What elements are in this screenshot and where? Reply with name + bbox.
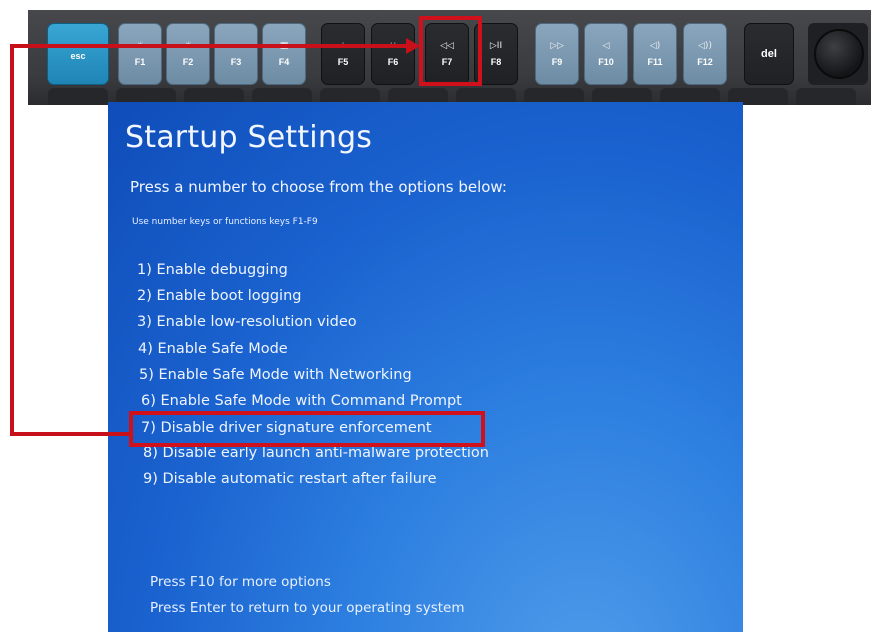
key-label: F4	[278, 56, 290, 67]
option-enable-boot-logging[interactable]: 2) Enable boot logging	[137, 288, 301, 304]
key-f4[interactable]: ▦ F4	[262, 23, 306, 85]
key-label: F1	[134, 56, 146, 67]
option-enable-debugging[interactable]: 1) Enable debugging	[137, 262, 288, 278]
instructions-text: Press a number to choose from the option…	[130, 178, 507, 196]
key-label: F10	[598, 56, 614, 67]
option-safe-mode-networking[interactable]: 5) Enable Safe Mode with Networking	[139, 367, 412, 383]
hint-text: Use number keys or functions keys F1-F9	[132, 217, 318, 227]
key-label: del	[761, 47, 777, 60]
play-pause-icon: ▷II	[489, 40, 503, 51]
arrow-right-icon	[406, 38, 420, 54]
option-7-highlight	[129, 411, 485, 447]
key-label: F11	[647, 56, 663, 67]
key-f9[interactable]: ▷▷ F9	[535, 23, 579, 85]
key-f1[interactable]: ☼ F1	[118, 23, 162, 85]
next-track-icon: ▷▷	[550, 40, 564, 51]
key-label: F5	[337, 56, 349, 67]
page-title: Startup Settings	[125, 120, 373, 155]
volume-up-icon: ◁))	[698, 40, 712, 51]
key-f6[interactable]: ⁙ F6	[371, 23, 415, 85]
key-f12[interactable]: ◁)) F12	[683, 23, 727, 85]
key-label: F2	[182, 56, 194, 67]
option-safe-mode[interactable]: 4) Enable Safe Mode	[138, 341, 288, 357]
key-f3[interactable]: ▭▭ F3	[214, 23, 258, 85]
connector-vertical-line	[10, 44, 14, 436]
key-f11[interactable]: ◁) F11	[633, 23, 677, 85]
key-label: F6	[387, 56, 399, 67]
connector-bottom-line	[10, 432, 130, 436]
key-label: F9	[551, 56, 563, 67]
option-disable-early-launch-antimalware[interactable]: 8) Disable early launch anti-malware pro…	[143, 445, 489, 461]
footer-more-options: Press F10 for more options	[150, 574, 331, 590]
f7-key-highlight	[419, 16, 482, 86]
key-label: F3	[230, 56, 242, 67]
option-disable-automatic-restart[interactable]: 9) Disable automatic restart after failu…	[143, 471, 436, 487]
option-safe-mode-command-prompt[interactable]: 6) Enable Safe Mode with Command Prompt	[141, 393, 462, 409]
rotary-knob[interactable]	[808, 23, 868, 85]
key-f10[interactable]: ◁ F10	[584, 23, 628, 85]
key-f2[interactable]: ☀ F2	[166, 23, 210, 85]
key-esc[interactable]: esc	[47, 23, 109, 85]
key-del[interactable]: del	[744, 23, 794, 85]
volume-down-icon: ◁)	[649, 40, 661, 51]
connector-top-line	[10, 44, 408, 48]
option-low-resolution-video[interactable]: 3) Enable low-resolution video	[137, 314, 357, 330]
key-label: F12	[697, 56, 713, 67]
startup-settings-screen: Startup Settings Press a number to choos…	[108, 102, 743, 632]
mute-icon: ◁	[602, 40, 610, 51]
key-f5[interactable]: ⁘ F5	[321, 23, 365, 85]
footer-return-to-os: Press Enter to return to your operating …	[150, 600, 465, 616]
key-label: F8	[490, 56, 502, 67]
key-label: esc	[70, 50, 86, 61]
